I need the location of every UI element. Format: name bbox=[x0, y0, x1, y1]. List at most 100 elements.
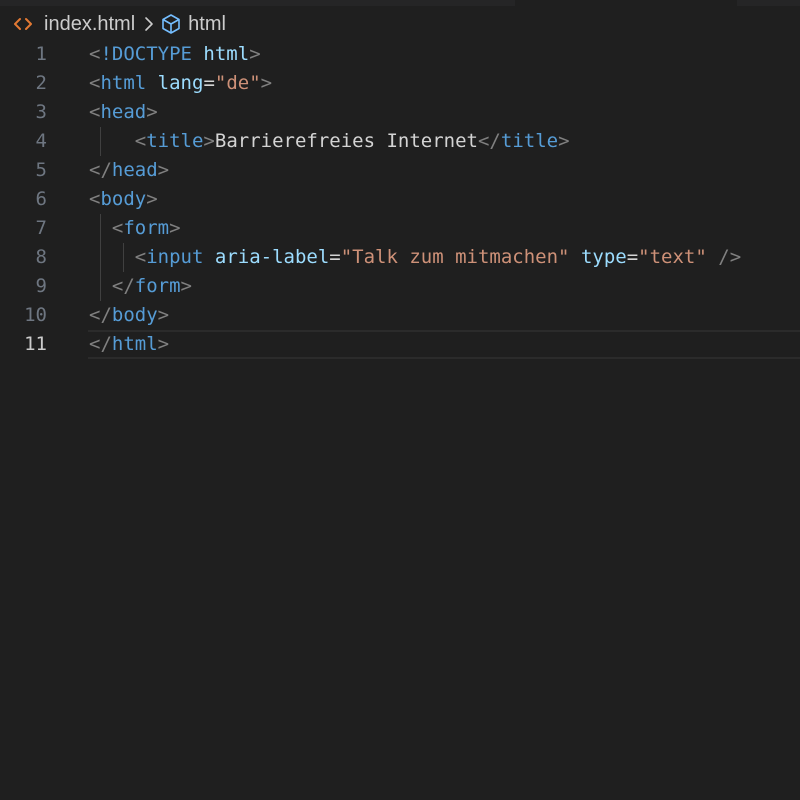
code-token: < bbox=[89, 72, 101, 94]
line-number: 4 bbox=[35, 130, 47, 152]
code-line-content: <form> bbox=[89, 214, 181, 243]
line-number: 5 bbox=[35, 159, 47, 181]
code-token: > bbox=[558, 130, 570, 152]
line-number: 10 bbox=[24, 304, 47, 326]
code-token: html bbox=[100, 72, 147, 94]
breadcrumb-file[interactable]: index.html bbox=[14, 13, 135, 36]
line-number: 7 bbox=[35, 217, 47, 239]
code-line-content: </form> bbox=[89, 272, 192, 301]
code-line[interactable]: 2 <html lang="de"> bbox=[0, 69, 800, 98]
code-token: head bbox=[100, 101, 147, 123]
chevron-right-icon bbox=[144, 16, 154, 32]
breadcrumb-symbol[interactable]: html bbox=[160, 13, 226, 36]
code-token: = bbox=[626, 246, 639, 268]
breadcrumb: index.html html bbox=[14, 9, 226, 39]
code-token: < bbox=[134, 246, 147, 268]
code-line-content: <head> bbox=[89, 98, 158, 127]
line-number: 9 bbox=[35, 275, 47, 297]
code-line[interactable]: 5 </head> bbox=[0, 156, 800, 185]
line-number: 2 bbox=[35, 72, 47, 94]
code-token: "de" bbox=[214, 72, 261, 94]
code-token: head bbox=[111, 159, 158, 181]
code-token: = bbox=[329, 246, 341, 268]
code-line[interactable]: 11 </html> bbox=[0, 330, 800, 359]
code-token: > bbox=[203, 130, 215, 152]
code-token: html bbox=[203, 43, 250, 65]
code-token: > bbox=[180, 275, 192, 297]
line-number: 3 bbox=[35, 101, 47, 123]
code-line-content: <body> bbox=[89, 185, 158, 214]
code-token: "Talk zum mitmachen" bbox=[340, 246, 570, 268]
code-line[interactable]: 7 <form> bbox=[0, 214, 800, 243]
code-token: > bbox=[157, 159, 170, 181]
code-token: < bbox=[89, 43, 101, 65]
cube-icon bbox=[160, 13, 182, 35]
code-token: < bbox=[111, 217, 124, 239]
code-line[interactable]: 8 <input aria-label="Talk zum mitmachen"… bbox=[0, 243, 800, 272]
code-token: form bbox=[134, 275, 181, 297]
code-token: title bbox=[500, 130, 559, 152]
tab-bar-edge bbox=[737, 0, 800, 6]
code-area[interactable]: 1 <!DOCTYPE html> 2 <html lang="de"> 3 <head>… bbox=[0, 40, 800, 359]
code-line-content: <title>Barrierefreies Internet</title> bbox=[89, 127, 570, 156]
code-token: !DOCTYPE bbox=[100, 43, 192, 65]
line-number: 8 bbox=[35, 246, 47, 268]
code-token: /> bbox=[718, 246, 742, 268]
code-token: = bbox=[203, 72, 215, 94]
code-token: </ bbox=[477, 130, 501, 152]
code-line-content: </head> bbox=[89, 156, 169, 185]
code-line-content: </html> bbox=[89, 330, 169, 359]
code-editor[interactable]: index.html html 1 <!DOCTYPE html> 2 <html l… bbox=[0, 0, 800, 800]
tab-bar-edge bbox=[0, 0, 515, 6]
code-token: type bbox=[580, 246, 627, 268]
code-line[interactable]: 9 </form> bbox=[0, 272, 800, 301]
code-token: < bbox=[134, 130, 147, 152]
line-number: 6 bbox=[35, 188, 47, 210]
code-line[interactable]: 1 <!DOCTYPE html> bbox=[0, 40, 800, 69]
code-token: > bbox=[169, 217, 181, 239]
breadcrumb-file-label: index.html bbox=[44, 12, 136, 35]
code-token: > bbox=[157, 333, 170, 355]
line-number: 1 bbox=[35, 43, 47, 65]
code-token: lang bbox=[157, 72, 204, 94]
code-token: < bbox=[89, 188, 101, 210]
code-token: aria-label bbox=[214, 246, 330, 268]
code-token: > bbox=[146, 188, 158, 210]
code-line-content: <!DOCTYPE html> bbox=[89, 40, 261, 69]
code-token: body bbox=[111, 304, 158, 326]
code-token: </ bbox=[111, 275, 135, 297]
code-token: body bbox=[100, 188, 147, 210]
code-token: title bbox=[146, 130, 204, 152]
code-line[interactable]: 10 </body> bbox=[0, 301, 800, 330]
code-token: </ bbox=[89, 159, 112, 181]
code-token: > bbox=[249, 43, 261, 65]
code-line-content: <input aria-label="Talk zum mitmachen" t… bbox=[89, 243, 741, 272]
code-line[interactable]: 4 <title>Barrierefreies Internet</title> bbox=[0, 127, 800, 156]
code-token: form bbox=[123, 217, 170, 239]
code-token: < bbox=[89, 101, 101, 123]
code-token: > bbox=[157, 304, 170, 326]
code-token: "text" bbox=[638, 246, 707, 268]
code-token: > bbox=[260, 72, 273, 94]
code-line[interactable]: 6 <body> bbox=[0, 185, 800, 214]
code-token: </ bbox=[89, 333, 112, 355]
code-line-content: </body> bbox=[89, 301, 169, 330]
breadcrumb-symbol-label: html bbox=[188, 12, 226, 35]
code-line[interactable]: 3 <head> bbox=[0, 98, 800, 127]
line-number: 11 bbox=[24, 333, 47, 355]
code-token: input bbox=[146, 246, 204, 268]
code-token: html bbox=[111, 333, 158, 355]
code-token: Barrierefreies Internet bbox=[214, 130, 478, 152]
code-token: > bbox=[146, 101, 158, 123]
html-file-icon bbox=[14, 17, 32, 31]
code-token: </ bbox=[89, 304, 112, 326]
